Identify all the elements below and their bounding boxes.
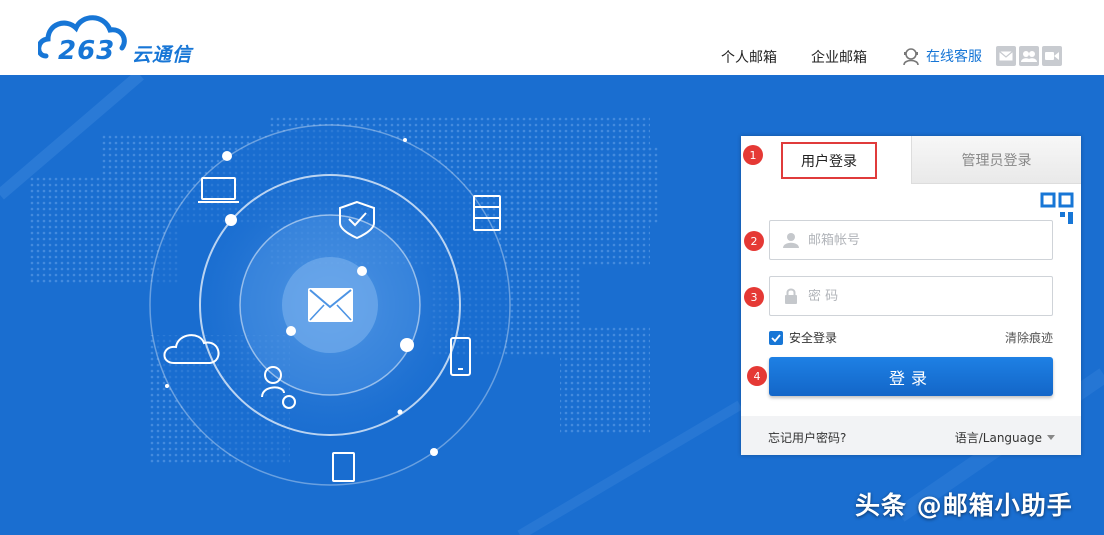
language-label: 语言/Language	[954, 431, 1042, 445]
support-agent-icon	[903, 48, 919, 65]
marker-2: 2	[744, 231, 764, 251]
lock-icon	[782, 287, 800, 305]
secure-login-checkbox[interactable]	[769, 330, 783, 345]
header-icon-group	[996, 46, 1062, 66]
logo-suffix: 云通信	[132, 44, 193, 66]
online-service-label: 在线客服	[926, 49, 982, 65]
password-field[interactable]	[769, 276, 1053, 316]
tab-user-login[interactable]: 用户登录	[741, 136, 911, 184]
user-icon	[782, 231, 800, 249]
nav-enterprise-mail[interactable]: 企业邮箱	[811, 47, 867, 67]
login-button[interactable]: 登录	[769, 357, 1053, 396]
clear-traces-link[interactable]: 清除痕迹	[1005, 329, 1053, 346]
account-field[interactable]	[769, 220, 1053, 260]
marker-3: 3	[744, 287, 764, 307]
secure-login-label: 安全登录	[789, 331, 838, 345]
forgot-password-link[interactable]: 忘记用户密码?	[768, 429, 846, 446]
tab-admin-login[interactable]: 管理员登录	[911, 136, 1081, 184]
mail-icon[interactable]	[996, 46, 1016, 66]
marker-4: 4	[747, 366, 767, 386]
password-input[interactable]	[808, 288, 1028, 304]
logo-number: 263	[58, 36, 116, 66]
check-icon	[771, 333, 781, 342]
watermark-text: 头条 @邮箱小助手	[855, 491, 1073, 520]
video-icon[interactable]	[1042, 46, 1062, 66]
secure-login-option[interactable]: 安全登录	[769, 329, 837, 346]
nav-personal-mail[interactable]: 个人邮箱	[721, 47, 777, 67]
chevron-down-icon	[1047, 435, 1055, 440]
online-service-link[interactable]: 在线客服	[902, 46, 982, 66]
group-icon[interactable]	[1019, 46, 1039, 66]
marker-1: 1	[743, 145, 763, 165]
login-footer: 忘记用户密码? 语言/Language	[741, 416, 1081, 455]
tab-user-login-label: 用户登录	[781, 142, 877, 179]
account-input[interactable]	[808, 232, 1028, 248]
brand-logo[interactable]: 263 云通信	[36, 10, 208, 66]
top-header: 263 云通信 个人邮箱 企业邮箱 在线客服	[0, 0, 1104, 75]
language-selector[interactable]: 语言/Language	[955, 429, 1055, 446]
login-panel: 用户登录 管理员登录 1 2 3 安全登录 清除痕迹 4 登录 忘记用户密码? …	[741, 136, 1081, 455]
